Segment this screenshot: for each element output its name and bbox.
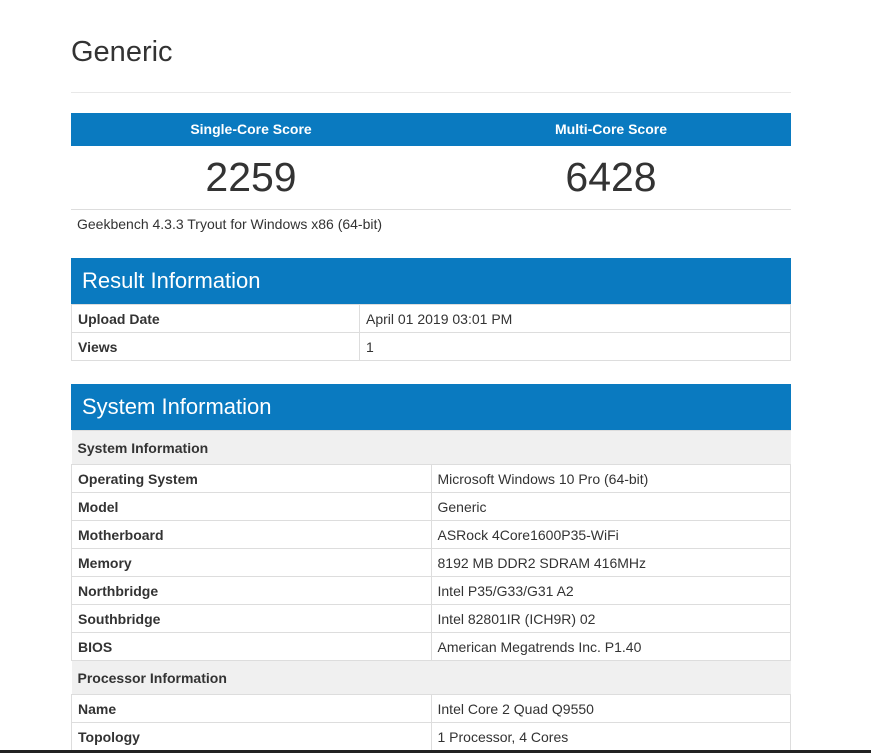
subsection-header-system: System Information <box>71 430 791 465</box>
row-key: Model <box>71 492 432 521</box>
subsection-header-processor: Processor Information <box>71 660 791 695</box>
row-value: Microsoft Windows 10 Pro (64-bit) <box>430 464 791 493</box>
row-key: Southbridge <box>71 604 432 633</box>
single-core-score: 2259 <box>205 154 297 200</box>
page-title: Generic <box>71 36 173 68</box>
row-value: Intel Core 2 Quad Q9550 <box>430 694 791 723</box>
result-information-table: Upload Date April 01 2019 03:01 PM Views… <box>71 304 791 361</box>
table-row: Upload Date April 01 2019 03:01 PM <box>71 304 791 333</box>
table-row: Northbridge Intel P35/G33/G31 A2 <box>71 576 791 605</box>
subsection-title: System Information <box>71 430 791 465</box>
table-row: Name Intel Core 2 Quad Q9550 <box>71 694 791 723</box>
row-value: ASRock 4Core1600P35-WiFi <box>430 520 791 549</box>
multi-core-score: 6428 <box>565 154 657 200</box>
row-key: Upload Date <box>71 304 360 333</box>
system-information-table: System Information Operating System Micr… <box>71 430 791 751</box>
score-header: Single-Core Score Multi-Core Score <box>71 113 791 146</box>
table-row: Southbridge Intel 82801IR (ICH9R) 02 <box>71 604 791 633</box>
row-value: Intel 82801IR (ICH9R) 02 <box>430 604 791 633</box>
score-values: 2259 6428 <box>71 146 791 210</box>
single-core-label: Single-Core Score <box>190 121 312 137</box>
subsection-title: Processor Information <box>71 660 791 695</box>
system-information-section: System Information System Information Op… <box>71 384 791 751</box>
system-information-header: System Information <box>71 384 791 430</box>
row-value: 1 <box>359 332 791 361</box>
row-value: 1 Processor, 4 Cores <box>430 722 791 751</box>
row-value: Intel P35/G33/G31 A2 <box>430 576 791 605</box>
score-table: Single-Core Score Multi-Core Score 2259 … <box>71 113 791 210</box>
row-value: 8192 MB DDR2 SDRAM 416MHz <box>430 548 791 577</box>
table-row: Operating System Microsoft Windows 10 Pr… <box>71 464 791 493</box>
table-row: BIOS American Megatrends Inc. P1.40 <box>71 632 791 661</box>
row-value: Generic <box>430 492 791 521</box>
row-key: BIOS <box>71 632 432 661</box>
title-divider <box>71 92 791 93</box>
row-key: Operating System <box>71 464 432 493</box>
result-information-header: Result Information <box>71 258 791 304</box>
table-row: Motherboard ASRock 4Core1600P35-WiFi <box>71 520 791 549</box>
row-key: Northbridge <box>71 576 432 605</box>
row-key: Memory <box>71 548 432 577</box>
result-information-section: Result Information Upload Date April 01 … <box>71 258 791 361</box>
row-key: Topology <box>71 722 432 751</box>
row-value: April 01 2019 03:01 PM <box>359 304 791 333</box>
version-text: Geekbench 4.3.3 Tryout for Windows x86 (… <box>77 216 383 232</box>
multi-core-label: Multi-Core Score <box>554 121 667 137</box>
row-key: Views <box>71 332 360 361</box>
table-row: Topology 1 Processor, 4 Cores <box>71 722 791 751</box>
table-row: Memory 8192 MB DDR2 SDRAM 416MHz <box>71 548 791 577</box>
row-key: Motherboard <box>71 520 432 549</box>
row-key: Name <box>71 694 432 723</box>
table-row: Model Generic <box>71 492 791 521</box>
table-row: Views 1 <box>71 332 791 361</box>
row-value: American Megatrends Inc. P1.40 <box>430 632 791 661</box>
